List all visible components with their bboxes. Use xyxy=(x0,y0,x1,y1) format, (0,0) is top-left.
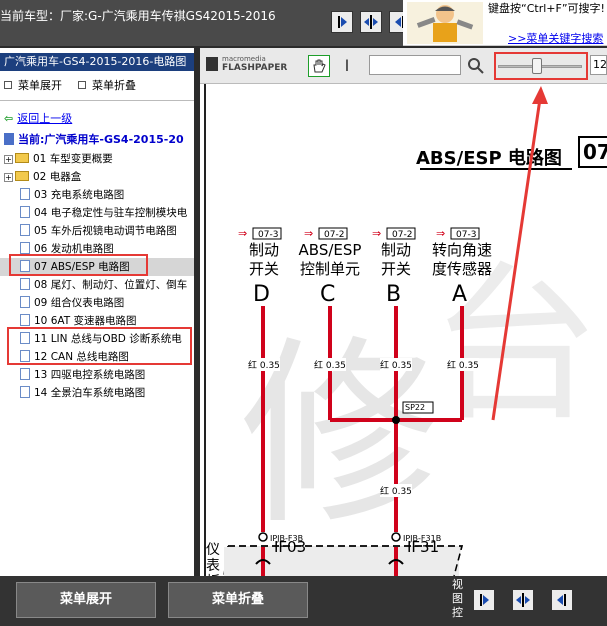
view-control-label: 视 图 控 xyxy=(452,578,464,620)
bottom-view-split-button[interactable] xyxy=(512,589,534,611)
menu-expand-button[interactable]: 菜单展开 xyxy=(16,582,156,618)
bottom-bar: 菜单展开 菜单折叠 视 图 控 xyxy=(0,576,607,626)
view-label-char: 控 xyxy=(452,606,463,619)
split-view-icon xyxy=(516,593,530,607)
annotation-arrow xyxy=(491,86,548,421)
arrow-right-icon xyxy=(480,594,489,606)
view-label-char: 图 xyxy=(452,592,463,605)
view-label-char: 视 xyxy=(452,578,463,591)
arrow-left-icon xyxy=(557,594,566,606)
bottom-view-left-button[interactable] xyxy=(551,589,573,611)
menu-collapse-button[interactable]: 菜单折叠 xyxy=(168,582,308,618)
bottom-view-right-button[interactable] xyxy=(473,589,495,611)
